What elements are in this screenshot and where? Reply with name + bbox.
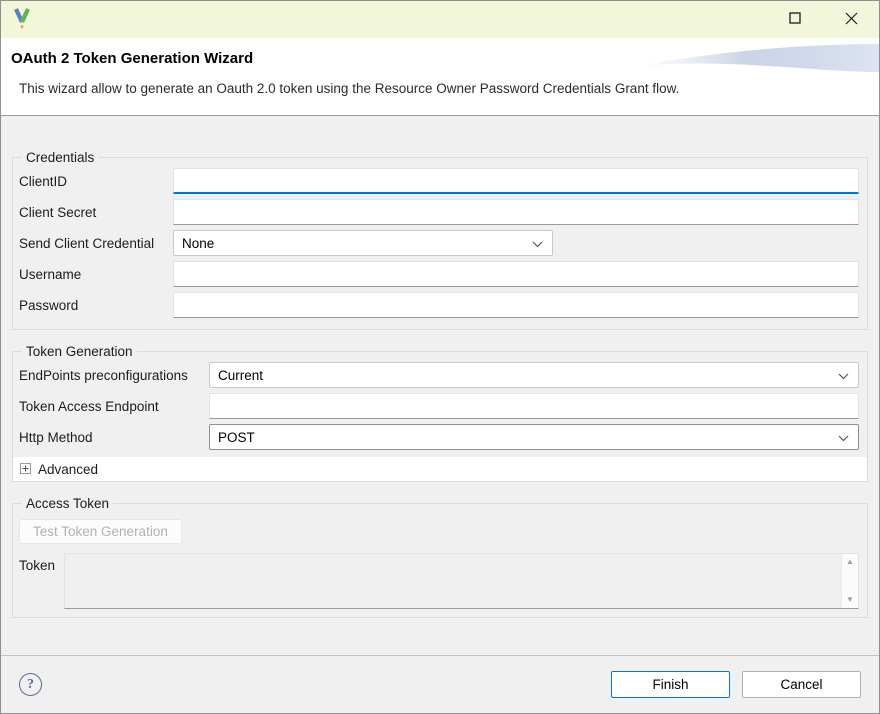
maximize-button[interactable] — [767, 1, 823, 38]
token-label: Token — [19, 553, 64, 579]
page-title: OAuth 2 Token Generation Wizard — [11, 50, 253, 67]
wizard-header: OAuth 2 Token Generation Wizard This wiz… — [1, 38, 879, 116]
http-method-label: Http Method — [19, 430, 209, 445]
close-button[interactable] — [823, 1, 879, 38]
endpoints-preconfigurations-row: EndPoints preconfigurations Current — [19, 362, 859, 388]
endpoints-preconfigurations-label: EndPoints preconfigurations — [19, 368, 209, 383]
advanced-expander[interactable]: Advanced — [13, 457, 867, 481]
password-input[interactable] — [173, 292, 859, 318]
token-access-endpoint-label: Token Access Endpoint — [19, 399, 209, 414]
client-id-input[interactable] — [173, 168, 859, 194]
finish-button[interactable]: Finish — [611, 671, 730, 698]
endpoints-preconfigurations-value: Current — [218, 368, 263, 383]
advanced-label: Advanced — [38, 462, 98, 477]
access-token-group-legend: Access Token — [22, 496, 113, 511]
banner-decoration — [619, 40, 879, 87]
question-mark-icon: ? — [27, 677, 34, 693]
scroll-down-icon[interactable]: ▼ — [846, 596, 854, 604]
http-method-select[interactable]: POST — [209, 424, 859, 450]
client-secret-label: Client Secret — [19, 205, 173, 220]
token-access-endpoint-input[interactable] — [209, 393, 859, 419]
http-method-row: Http Method POST — [19, 424, 859, 450]
password-label: Password — [19, 298, 173, 313]
wizard-body: Credentials ClientID Client Secret Send … — [1, 116, 879, 655]
client-secret-row: Client Secret — [19, 199, 859, 225]
client-id-row: ClientID — [19, 168, 859, 194]
chevron-down-icon — [838, 368, 849, 383]
send-client-credential-row: Send Client Credential None — [19, 230, 859, 256]
send-client-credential-label: Send Client Credential — [19, 236, 173, 251]
access-token-group: Access Token Test Token Generation Token… — [12, 496, 868, 618]
help-button[interactable]: ? — [19, 673, 42, 696]
scroll-up-icon[interactable]: ▲ — [846, 558, 854, 566]
plus-box-icon — [20, 462, 31, 477]
username-row: Username — [19, 261, 859, 287]
token-output-area[interactable]: ▲ ▼ — [64, 553, 859, 609]
username-input[interactable] — [173, 261, 859, 287]
maximize-icon — [789, 12, 801, 27]
app-logo-icon — [11, 6, 33, 34]
username-label: Username — [19, 267, 173, 282]
credentials-group: Credentials ClientID Client Secret Send … — [12, 150, 868, 330]
button-bar: ? Finish Cancel — [1, 655, 879, 713]
chevron-down-icon — [532, 236, 543, 251]
http-method-value: POST — [218, 430, 255, 445]
client-secret-input[interactable] — [173, 199, 859, 225]
wizard-window: OAuth 2 Token Generation Wizard This wiz… — [0, 0, 880, 714]
password-row: Password — [19, 292, 859, 318]
send-client-credential-value: None — [182, 236, 214, 251]
send-client-credential-select[interactable]: None — [173, 230, 553, 256]
token-generation-group-legend: Token Generation — [22, 344, 137, 359]
close-icon — [845, 12, 858, 28]
credentials-group-legend: Credentials — [22, 150, 98, 165]
client-id-label: ClientID — [19, 174, 173, 189]
chevron-down-icon — [838, 430, 849, 445]
token-access-endpoint-row: Token Access Endpoint — [19, 393, 859, 419]
titlebar[interactable] — [1, 1, 879, 38]
endpoints-preconfigurations-select[interactable]: Current — [209, 362, 859, 388]
cancel-button[interactable]: Cancel — [742, 671, 861, 698]
token-generation-group: Token Generation EndPoints preconfigurat… — [12, 344, 868, 482]
test-token-generation-button[interactable]: Test Token Generation — [19, 519, 182, 544]
page-description: This wizard allow to generate an Oauth 2… — [19, 81, 679, 96]
token-row: Token ▲ ▼ — [19, 553, 859, 609]
token-scrollbar[interactable]: ▲ ▼ — [841, 554, 858, 608]
